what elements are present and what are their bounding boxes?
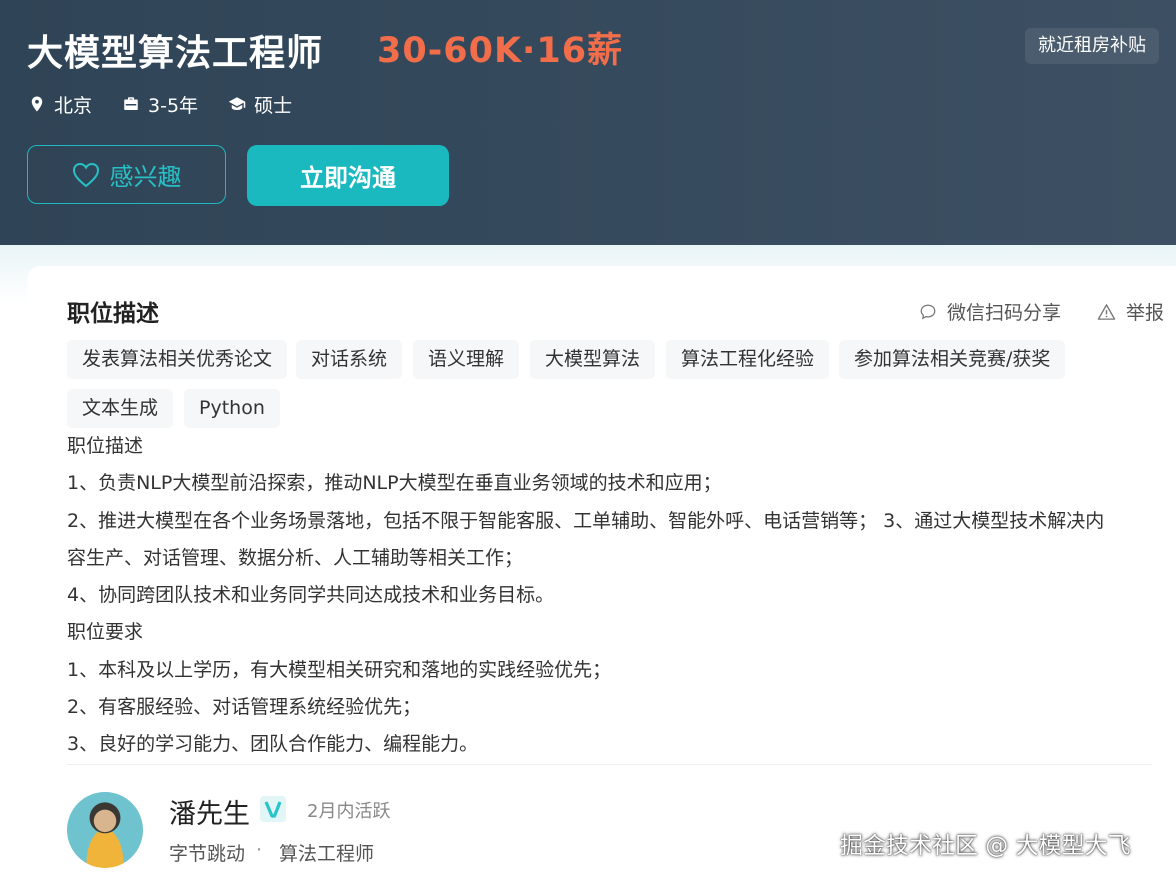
location-pin-icon [31,96,43,112]
recruiter-company: 字节跳动 [169,843,246,865]
description-line: 容生产、对话管理、数据分析、人工辅助等相关工作； [67,546,524,569]
graduation-cap-icon [228,97,246,110]
recruiter-role: 算法工程师 [279,843,375,865]
skill-tag[interactable]: 大模型算法 [530,340,656,379]
description-line: 3、良好的学习能力、团队合作能力、编程能力。 [67,733,479,756]
description-line: 1、本科及以上学历，有大模型相关研究和落地的实践经验优先； [67,658,612,681]
briefcase-icon [124,97,138,110]
skill-tag[interactable]: 参加算法相关竞赛/获奖 [839,340,1066,379]
experience-item: 3-5年 [122,91,198,118]
skill-tag[interactable]: 对话系统 [296,340,403,379]
skill-tag[interactable]: 算法工程化经验 [666,340,830,379]
recruiter-name: 潘先生 [169,799,250,830]
description-line: 1、负责NLP大模型前沿探索，推动NLP大模型在垂直业务领域的技术和应用； [67,472,722,495]
interest-button[interactable]: 感兴趣 [27,145,226,204]
description-line: 2、推进大模型在各个业务场景落地，包括不限于智能客服、工单辅助、智能外呼、电话营… [67,509,1105,532]
interest-button-label: 感兴趣 [109,163,182,191]
skill-tag[interactable]: 语义理解 [413,340,520,379]
share-label: 微信扫码分享 [947,302,1062,324]
degree-text: 硕士 [254,94,293,117]
heart-icon [72,162,99,187]
section-title: 职位描述 [67,301,159,327]
skill-tag[interactable]: 文本生成 [67,389,174,428]
description-line: 2、有客服经验、对话管理系统经验优先； [67,696,422,719]
skill-tag[interactable]: 发表算法相关优秀论文 [67,340,288,379]
description-line: 职位要求 [67,621,144,644]
job-description: 职位描述 1、负责NLP大模型前沿探索，推动NLP大模型在垂直业务领域的技术和应… [67,428,1157,764]
job-meta: 北京 3-5年 硕士 [28,91,322,117]
active-status: 2月内活跃 [307,801,391,822]
watermark: 掘金技术社区 @ 大模型大飞 [840,833,1131,859]
job-title: 大模型算法工程师 [27,33,324,74]
verified-v-icon [260,796,286,822]
description-line: 职位描述 [67,435,144,457]
salary: 30-60K·16薪 [377,31,624,71]
job-header: 大模型算法工程师 30-60K·16薪 就近租房补贴 北京 3-5年 硕士 感兴… [0,0,1176,245]
skill-tag[interactable]: Python [184,389,280,428]
degree-item: 硕士 [228,91,292,118]
report-label: 举报 [1126,302,1165,324]
chat-now-button[interactable]: 立即沟通 [247,145,449,206]
chat-bubble-icon [920,304,936,319]
description-line: 4、协同跨团队技术和业务同学共同达成技术和业务目标。 [67,584,555,607]
perk-badge: 就近租房补贴 [1025,28,1159,64]
report-link[interactable]: 举报 [1097,298,1164,325]
wechat-share-link[interactable]: 微信扫码分享 [919,298,1061,325]
separator-dot: · [256,839,263,861]
location-text: 北京 [54,94,93,117]
avatar[interactable] [67,792,143,868]
divider [67,764,1152,765]
warning-icon [1097,303,1116,320]
experience-text: 3-5年 [148,94,199,117]
location-item: 北京 [28,91,92,118]
